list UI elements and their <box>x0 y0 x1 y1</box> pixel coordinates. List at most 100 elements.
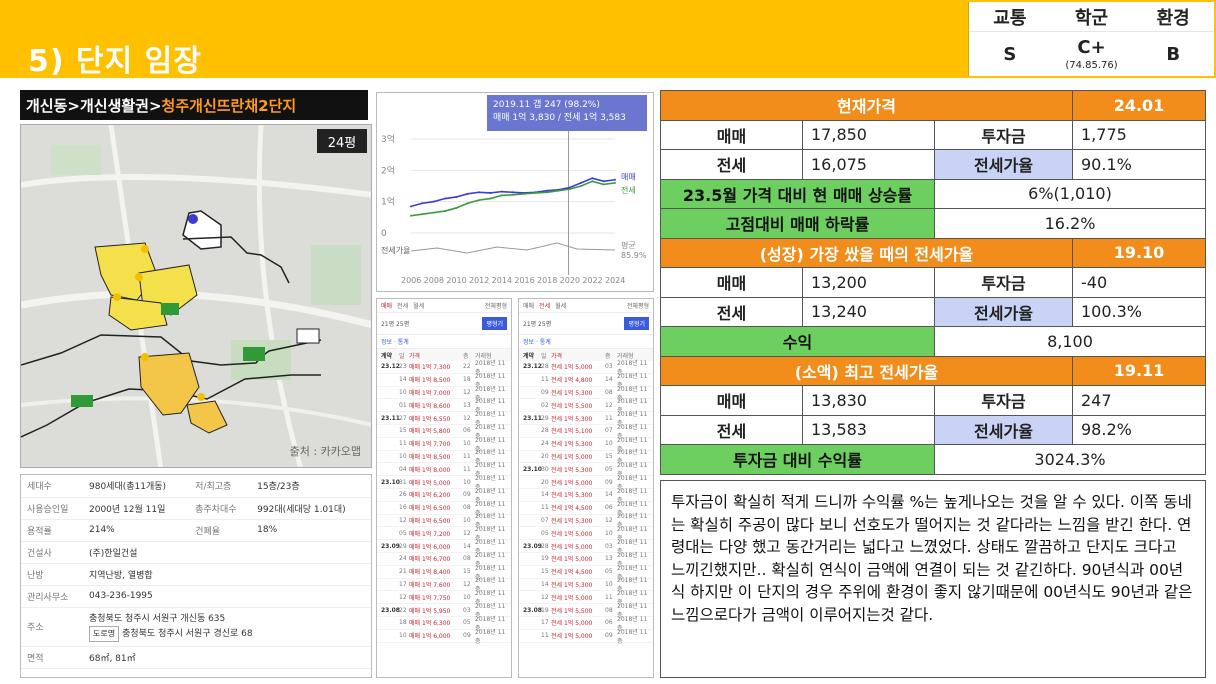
grade-label-environment: 환경 <box>1156 7 1190 29</box>
row-price: 매매 1억 8,600 <box>409 402 451 410</box>
row-month: 23.10 <box>381 478 400 486</box>
row-day: 20 <box>541 452 549 460</box>
row-floor: 14 <box>605 376 613 384</box>
list-pyeong-options[interactable]: 21평 25평 <box>381 319 409 328</box>
list-tab[interactable]: 월세 <box>555 301 566 310</box>
info-key: 건설사 <box>21 541 83 564</box>
row-price: 매매 1억 7,700 <box>409 441 451 449</box>
row-price: 매매 1억 7,600 <box>409 581 451 589</box>
row-floor: 15 <box>463 568 471 576</box>
x-tick-label: 2020 <box>560 276 580 285</box>
drop-value: 16.2% <box>934 208 1206 239</box>
row-floor: 13 <box>463 401 471 409</box>
jeonse-transaction-list[interactable]: 매매 전세 월세 전체평형 21평 25평 평형기 정보 · 통계 계약 일 가격 층 거래형 23.1… <box>518 298 654 678</box>
row-day: 15 <box>399 427 407 435</box>
series-point <box>489 191 492 194</box>
list-tab[interactable]: 월세 <box>413 301 424 310</box>
row-day: 23 <box>399 363 407 371</box>
list-region-select[interactable]: 전체평형 <box>485 301 507 310</box>
row-month: 23.11 <box>381 414 400 422</box>
peak-invest-label: 투자금 <box>934 267 1073 298</box>
series-point <box>614 181 616 184</box>
row-price: 매매 1억 6,700 <box>409 556 451 564</box>
sale-transaction-list[interactable]: 매매 전세 월세 전체평형 21평 25평 평형기 정보 · 통계 계약 일 가격 층 거래형 23.1… <box>376 298 512 678</box>
x-tick-label: 2024 <box>605 276 625 285</box>
series-point <box>466 202 469 205</box>
grade-label-traffic: 교통 <box>993 7 1027 29</box>
row-floor: 09 <box>463 491 471 499</box>
row-floor: 10 <box>463 478 471 486</box>
list-tabs: 매매 전세 월세 전체평형 <box>377 299 511 313</box>
series-point <box>500 194 503 197</box>
list-filter[interactable]: 정보 · 통계 <box>519 335 653 349</box>
jeonse-label: 전세 <box>660 149 803 180</box>
row-day: 24 <box>541 440 549 448</box>
small-sale-value: 13,830 <box>802 385 935 416</box>
row-day: 05 <box>541 529 549 537</box>
peak-date: 19.10 <box>1072 237 1206 268</box>
info-key: 세대수 <box>21 475 83 498</box>
info-key: 난방 <box>21 563 83 586</box>
info-row: 난방 지역난방, 열병합 <box>21 563 371 586</box>
sale-value: 17,850 <box>802 119 935 150</box>
row-month: 23.09 <box>523 542 542 550</box>
row-price: 매매 1억 7,750 <box>409 594 451 602</box>
row-price: 전세 1억 5,000 <box>551 543 593 551</box>
row-floor: 10 <box>605 529 613 537</box>
info-value: 980세대(총11개동) <box>83 475 190 498</box>
peak-sale-value: 13,200 <box>802 267 935 298</box>
list-region-select[interactable]: 전체평형 <box>627 301 649 310</box>
peak-jeonse-value: 13,240 <box>802 296 935 327</box>
row-day: 05 <box>399 529 407 537</box>
row-price: 전세 1억 5,300 <box>551 389 593 397</box>
complex-map[interactable]: 24평 출처 : 카카오맵 <box>20 124 372 468</box>
row-price: 전세 1억 4,500 <box>551 505 593 513</box>
list-item[interactable]: 10 매매 1억 6,000 09 2018년 11층 <box>377 629 511 645</box>
info-value: 992대(세대당 1.01대) <box>251 497 371 520</box>
series-point <box>580 181 582 184</box>
ratio-line <box>410 242 616 254</box>
row-floor: 03 <box>605 542 613 550</box>
list-pyeong-button[interactable]: 평형기 <box>482 317 507 330</box>
price-trend-chart[interactable]: 3억 2억 1억 0 2006 2008 2010 2012 2014 2016 2018 2020 2… <box>376 92 654 292</box>
small-jeonse-label: 전세 <box>660 414 803 445</box>
row-floor: 05 <box>605 568 613 576</box>
info-key: 용적률 <box>21 519 83 542</box>
row-month: 23.11 <box>523 414 542 422</box>
list-head-cell: 계약 <box>381 352 393 360</box>
series-point <box>602 183 605 186</box>
address-road-line: 도로명 충청북도 청주시 서원구 경신로 68 <box>89 625 365 642</box>
row-price: 매매 1억 6,300 <box>409 620 451 628</box>
list-tab[interactable]: 매매 <box>523 301 534 310</box>
series-point <box>421 213 424 216</box>
row-day: 21 <box>399 568 407 576</box>
list-filter[interactable]: 정보 · 통계 <box>377 335 511 349</box>
info-value: 68㎡, 81㎡ <box>83 646 371 669</box>
profit-label: 수익 <box>660 326 935 357</box>
list-tab[interactable]: 전세 <box>539 301 550 310</box>
list-tab[interactable]: 매매 <box>381 301 392 310</box>
peak-jeonse-label: 전세 <box>660 296 803 327</box>
row-price: 매매 1억 7,300 <box>409 364 451 372</box>
small-date: 19.11 <box>1072 355 1206 386</box>
small-invest-label: 투자금 <box>934 385 1073 416</box>
series-point <box>591 177 594 180</box>
row-price: 매매 1억 5,950 <box>409 607 451 615</box>
small-jeonse-value: 13,583 <box>802 414 935 445</box>
list-pyeong-button[interactable]: 평형기 <box>624 317 649 330</box>
series-point <box>489 197 492 200</box>
series-point <box>500 190 503 193</box>
row-day: 10 <box>399 388 407 396</box>
list-pyeong-options[interactable]: 21평 25평 <box>523 319 551 328</box>
list-item[interactable]: 11 전세 1억 5,000 09 2018년 11층 <box>519 629 653 645</box>
row-day: 22 <box>399 606 407 614</box>
row-floor: 03 <box>605 363 613 371</box>
row-month: 23.12 <box>381 363 400 371</box>
rise-value: 6%(1,010) <box>934 178 1206 209</box>
small-invest-value: 247 <box>1072 385 1206 416</box>
row-floor: 08 <box>463 555 471 563</box>
info-value: 15층/23층 <box>251 475 371 498</box>
x-tick-label: 2010 <box>446 276 466 285</box>
list-tab[interactable]: 전세 <box>397 301 408 310</box>
row-floor: 10 <box>463 516 471 524</box>
